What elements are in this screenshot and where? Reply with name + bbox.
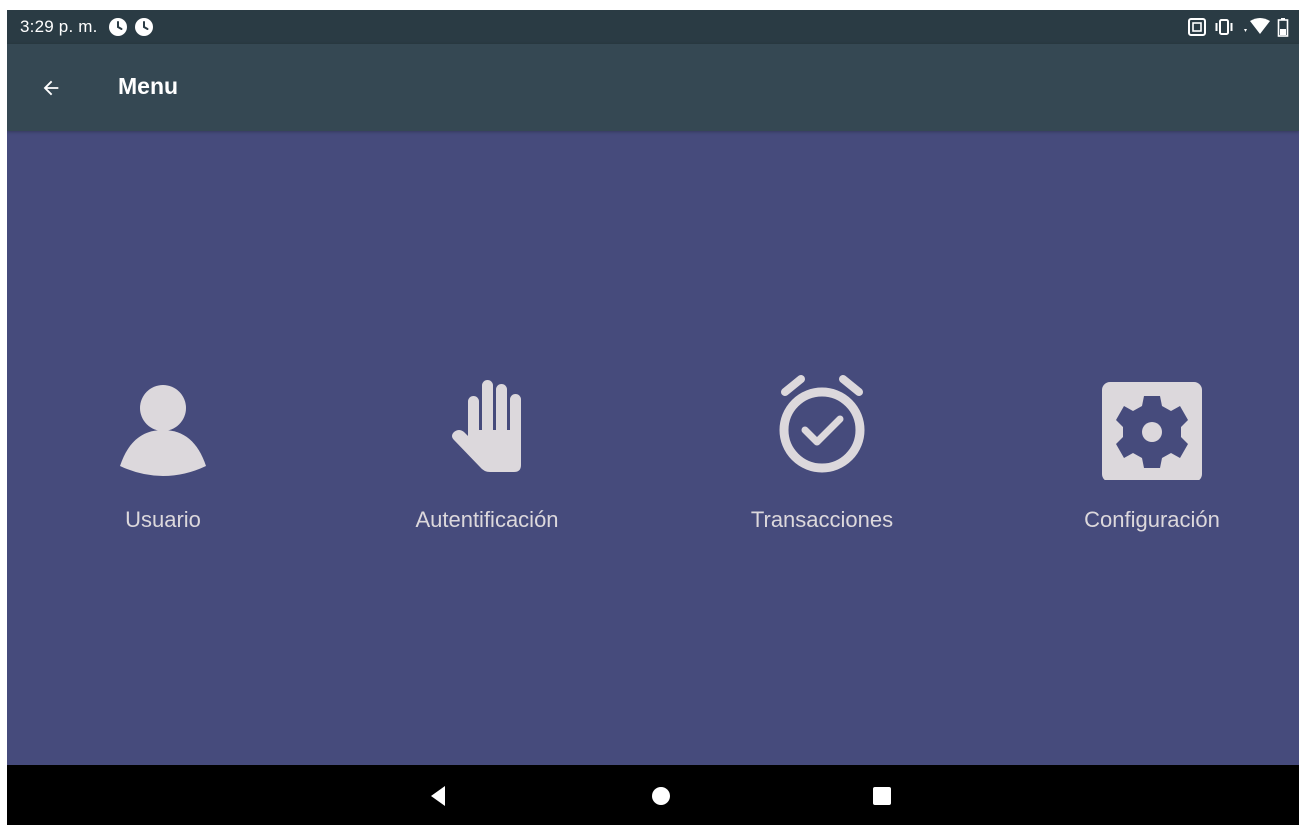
recents-square-icon — [873, 787, 891, 805]
arrow-back-icon — [43, 80, 59, 96]
menu-item-configuracion[interactable]: Configuración — [1032, 360, 1272, 550]
menu-item-usuario[interactable]: Usuario — [43, 360, 283, 550]
back-triangle-icon — [431, 786, 445, 806]
menu-item-label: Usuario — [125, 507, 201, 532]
nfc-icon — [1188, 18, 1206, 36]
hand-icon — [452, 380, 521, 472]
home-circle-icon — [652, 787, 670, 805]
page-title: Menu — [118, 73, 179, 99]
menu-item-autentificacion[interactable]: Autentificación — [367, 360, 607, 550]
nav-recents-button[interactable] — [869, 783, 895, 809]
back-button[interactable] — [33, 70, 69, 106]
navigation-bar — [7, 765, 1299, 825]
menu-item-label: Autentificación — [415, 507, 559, 532]
nav-home-button[interactable] — [648, 783, 674, 809]
menu-item-label: Configuración — [1084, 507, 1220, 532]
settings-icon — [1102, 382, 1202, 480]
status-bar: 3:29 p. m. — [7, 10, 1299, 44]
clock-icon — [108, 18, 127, 36]
vibrate-icon — [1215, 19, 1233, 35]
device-screen: 3:29 p. m. Menu Usuario Autentificación … — [7, 10, 1299, 825]
menu-item-transacciones[interactable]: Transacciones — [702, 360, 942, 550]
nav-back-button[interactable] — [425, 783, 451, 809]
app-bar: Menu — [7, 44, 1299, 131]
status-time: 3:29 p. m. — [20, 17, 98, 36]
clock-icon — [134, 18, 153, 36]
alarm-check-icon — [779, 375, 865, 473]
battery-icon — [1277, 18, 1289, 37]
status-icons — [1187, 17, 1289, 37]
wifi-icon — [1244, 18, 1270, 34]
menu-item-label: Transacciones — [750, 507, 894, 532]
person-icon — [120, 385, 206, 476]
